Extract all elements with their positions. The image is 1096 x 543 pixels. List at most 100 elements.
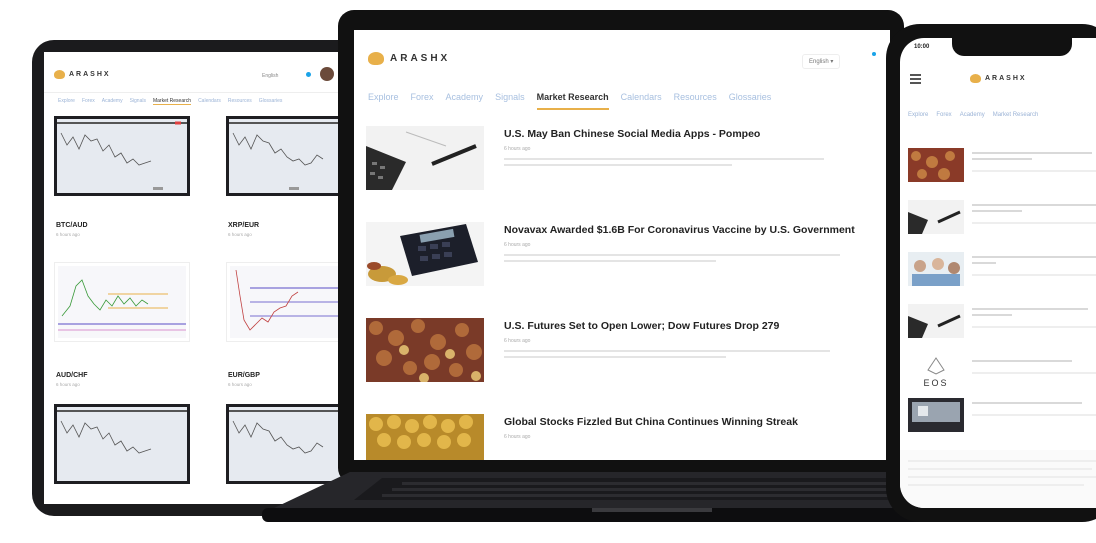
list-item[interactable] — [908, 252, 1096, 292]
news-item[interactable]: Novavax Awarded $1.6B For Coronavirus Va… — [366, 222, 876, 294]
list-item[interactable] — [908, 304, 1096, 344]
news-time: 6 hours ago — [504, 434, 531, 440]
news-thumbnail — [908, 148, 964, 182]
news-time: 6 hours ago — [504, 242, 531, 248]
tab-forex[interactable]: Forex — [936, 112, 951, 118]
tab-resources[interactable]: Resources — [228, 98, 252, 105]
tablet-brand-logo[interactable]: ARASHX — [54, 70, 111, 79]
tab-forex[interactable]: Forex — [411, 92, 434, 110]
tab-market-research[interactable]: Market Research — [536, 92, 609, 110]
tab-academy[interactable]: Academy — [446, 92, 484, 110]
chevron-down-icon: ▾ — [830, 59, 834, 65]
price-chart — [57, 119, 187, 193]
tab-resources[interactable]: Resources — [674, 92, 717, 110]
tablet-language-select[interactable]: English — [262, 73, 278, 79]
tab-signals[interactable]: Signals — [495, 92, 525, 110]
tablet-nav: Explore Forex Academy Signals Market Res… — [58, 98, 282, 105]
news-thumbnail: EOS — [908, 356, 964, 390]
footer-text-line — [908, 484, 1084, 486]
chart-card[interactable] — [54, 404, 190, 484]
brand-logo-icon — [54, 70, 65, 79]
eos-label: EOS — [923, 378, 948, 388]
laptop-nav: Explore Forex Academy Signals Market Res… — [368, 92, 771, 110]
calculator-pen-image — [908, 314, 961, 338]
tab-academy[interactable]: Academy — [960, 112, 985, 118]
chart-time-label: 6 hours ago — [228, 382, 252, 387]
news-thumbnail[interactable] — [366, 318, 484, 382]
chart-pair-label: XRP/EUR — [228, 222, 260, 229]
calculator-pen-image — [366, 126, 484, 190]
phone-device: 10:00 ARASHX Explore Forex Academy Marke… — [886, 24, 1096, 522]
item-title-line — [972, 210, 1022, 212]
coins-pile-image — [366, 318, 484, 382]
tab-explore[interactable]: Explore — [58, 98, 75, 105]
chart-time-label: 6 hours ago — [56, 382, 80, 387]
phone-nav: Explore Forex Academy Market Research — [908, 112, 1038, 118]
trading-screen-image — [912, 402, 960, 422]
chart-card[interactable] — [54, 262, 190, 342]
news-time: 6 hours ago — [504, 146, 531, 152]
tab-glossaries[interactable]: Glossaries — [729, 92, 772, 110]
status-time: 10:00 — [914, 44, 930, 50]
news-thumbnail[interactable] — [366, 222, 484, 286]
news-time: 6 hours ago — [504, 338, 531, 344]
tablet-device: ARASHX English Explore Forex Academy Sig… — [32, 40, 362, 516]
notification-dot-icon — [306, 72, 311, 77]
tab-explore[interactable]: Explore — [368, 92, 399, 110]
tab-calendars[interactable]: Calendars — [198, 98, 221, 105]
list-item[interactable]: EOS — [908, 356, 1096, 396]
coins-pile-image — [911, 151, 955, 180]
tab-academy[interactable]: Academy — [102, 98, 123, 105]
calculator-coins-image — [366, 222, 484, 286]
item-excerpt-line — [972, 170, 1096, 172]
price-line-icon — [57, 121, 187, 190]
list-item[interactable] — [908, 200, 1096, 240]
news-title[interactable]: Novavax Awarded $1.6B For Coronavirus Va… — [504, 224, 855, 236]
price-line-icon — [58, 279, 186, 331]
item-title-line — [972, 314, 1012, 316]
tablet-brand-name: ARASHX — [69, 71, 111, 78]
laptop-brand-logo[interactable]: ARASHX — [368, 52, 450, 65]
tab-calendars[interactable]: Calendars — [621, 92, 662, 110]
news-title[interactable]: U.S. May Ban Chinese Social Media Apps -… — [504, 128, 760, 140]
news-title[interactable]: U.S. Futures Set to Open Lower; Dow Futu… — [504, 320, 779, 332]
item-excerpt-line — [972, 414, 1096, 416]
tab-market-research[interactable]: Market Research — [152, 98, 192, 105]
price-chart — [58, 266, 186, 338]
hamburger-menu-icon[interactable] — [910, 74, 921, 86]
news-thumbnail — [908, 252, 964, 286]
news-thumbnail — [908, 398, 964, 432]
news-excerpt-line — [504, 356, 726, 358]
tab-market-research[interactable]: Market Research — [993, 112, 1039, 118]
chart-card[interactable] — [54, 116, 190, 196]
laptop-language-select[interactable]: English ▾ — [802, 54, 841, 69]
item-excerpt-line — [972, 222, 1096, 224]
news-excerpt-line — [504, 164, 732, 166]
tab-explore[interactable]: Explore — [908, 112, 928, 118]
news-thumbnail[interactable] — [366, 414, 484, 460]
footer-text-line — [908, 468, 1092, 470]
news-item[interactable]: U.S. May Ban Chinese Social Media Apps -… — [366, 126, 876, 198]
item-excerpt-line — [972, 372, 1096, 374]
tab-glossaries[interactable]: Glossaries — [259, 98, 283, 105]
chart-pair-label: BTC/AUD — [56, 222, 88, 229]
item-title-line — [972, 308, 1088, 310]
notification-dot-icon — [872, 52, 876, 56]
news-title[interactable]: Global Stocks Fizzled But China Continue… — [504, 416, 798, 428]
avatar[interactable] — [320, 67, 334, 81]
phone-brand-logo[interactable]: ARASHX — [970, 74, 1027, 83]
list-item[interactable] — [908, 148, 1096, 188]
footer-text-line — [908, 460, 1096, 462]
news-excerpt-line — [504, 254, 840, 256]
tab-signals[interactable]: Signals — [130, 98, 146, 105]
news-item[interactable]: Global Stocks Fizzled But China Continue… — [366, 414, 876, 460]
news-item[interactable]: U.S. Futures Set to Open Lower; Dow Futu… — [366, 318, 876, 390]
laptop-brand-name: ARASHX — [390, 53, 451, 64]
list-item[interactable] — [908, 398, 1096, 438]
tablet-screen: ARASHX English Explore Forex Academy Sig… — [44, 52, 362, 504]
news-thumbnail[interactable] — [366, 126, 484, 190]
calculator-pen-image — [908, 210, 961, 234]
item-title-line — [972, 262, 996, 264]
tab-forex[interactable]: Forex — [82, 98, 95, 105]
item-title-line — [972, 158, 1032, 160]
